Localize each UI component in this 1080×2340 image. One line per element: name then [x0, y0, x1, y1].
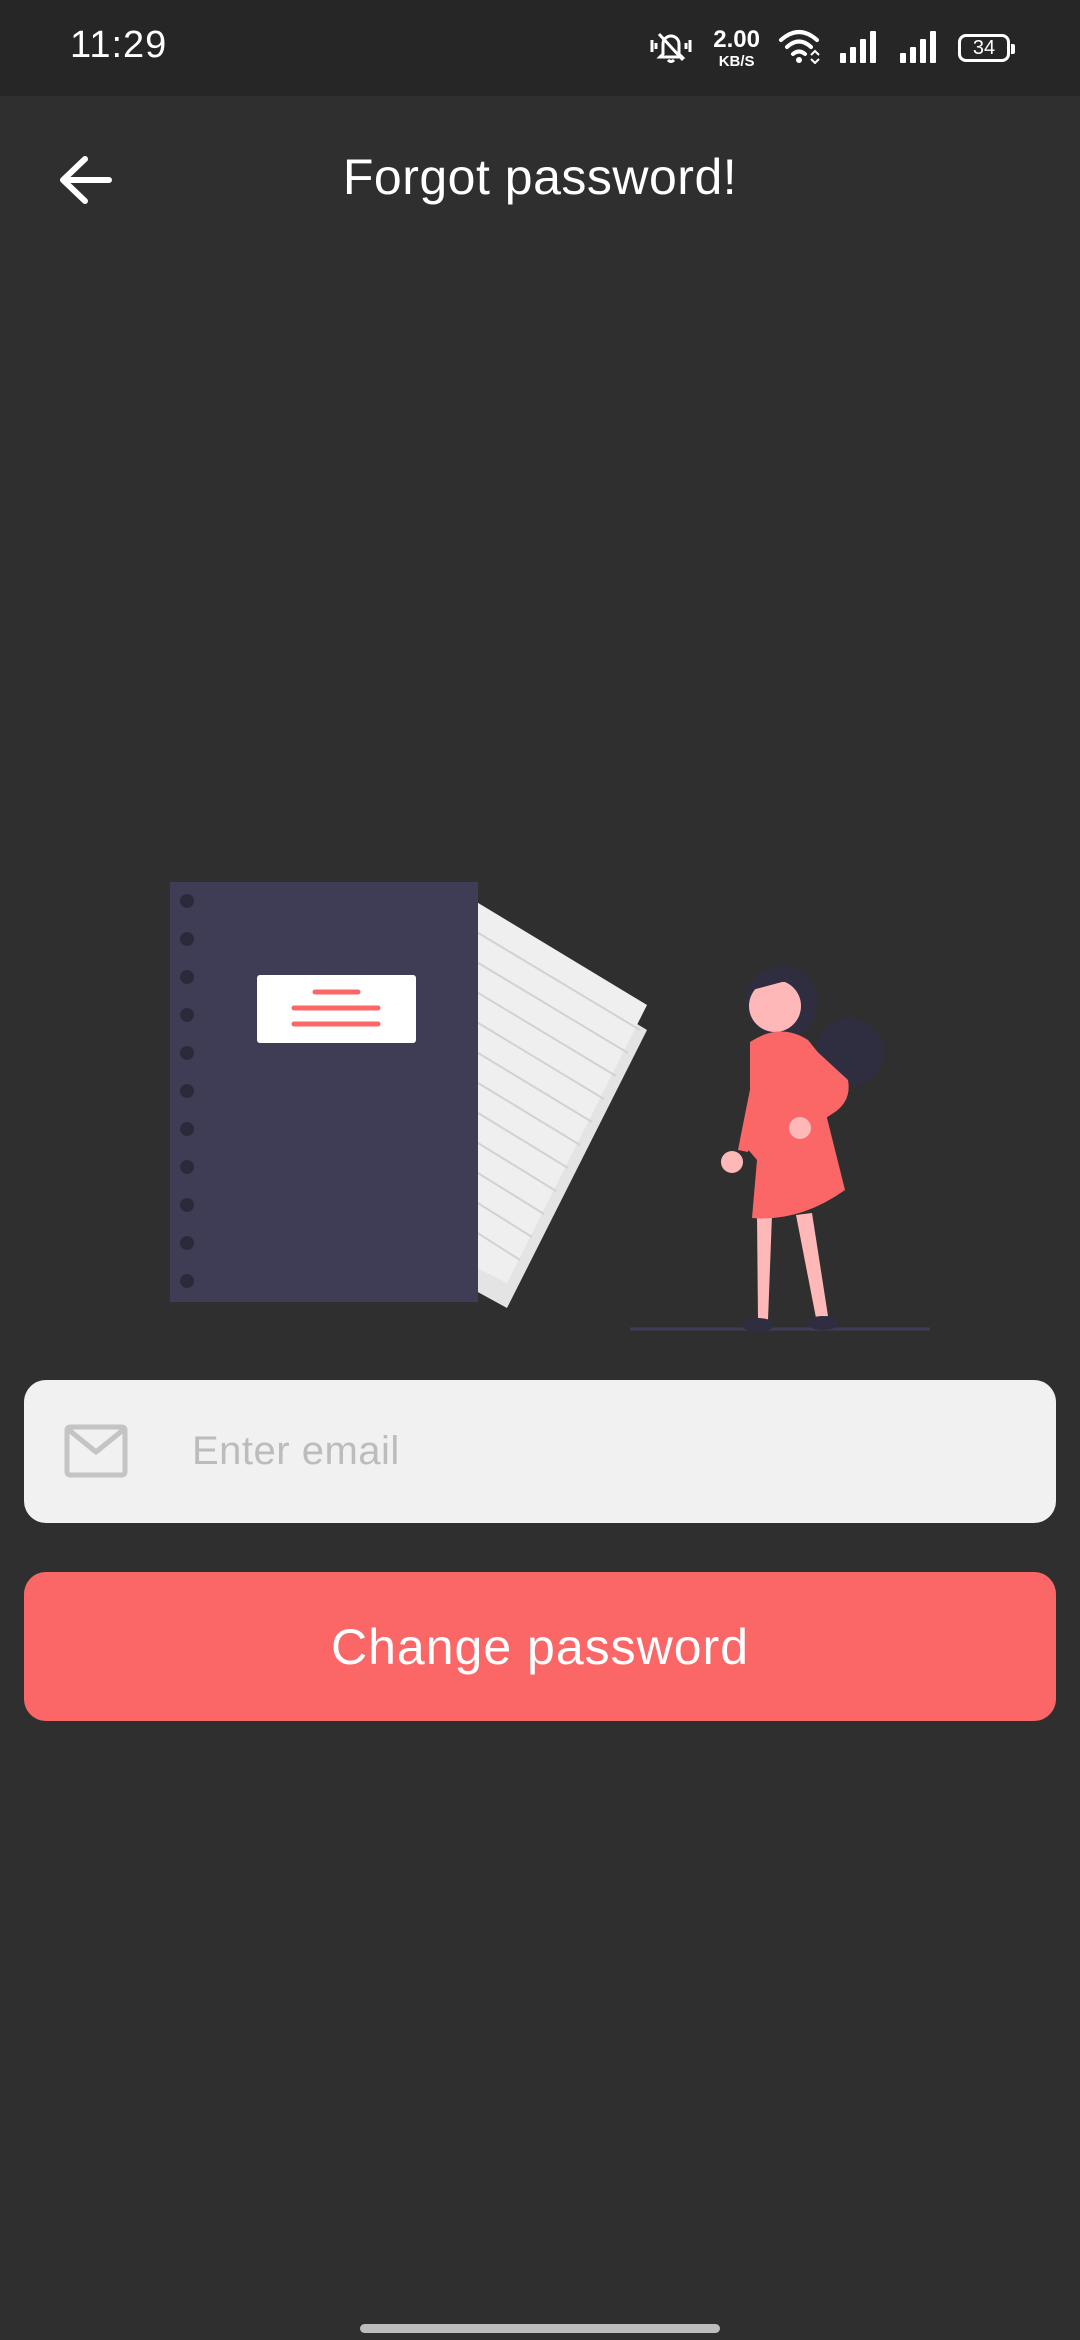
network-speed-unit: KB/S [718, 52, 755, 70]
wifi-icon [778, 28, 820, 69]
signal-icon [838, 29, 880, 68]
email-field[interactable] [24, 1380, 1056, 1523]
status-bar: 11:29 2.00 KB/S 34 [0, 0, 1080, 96]
battery-icon: 34 [958, 34, 1015, 62]
paper-sheets [464, 895, 647, 1308]
forgot-password-illustration [170, 882, 930, 1332]
change-password-button[interactable]: Change password [24, 1572, 1056, 1721]
network-speed: 2.00 KB/S [713, 25, 760, 70]
mail-icon [64, 1424, 128, 1478]
status-icons: 2.00 KB/S 34 [647, 22, 1015, 74]
vibrate-icon [647, 26, 695, 71]
forgot-password-screen: 11:29 2.00 KB/S 34 Forgot password! Ente… [0, 0, 1080, 2340]
status-time: 11:29 [70, 24, 168, 66]
network-speed-value: 2.00 [713, 25, 760, 53]
signal-icon [898, 29, 940, 68]
battery-level: 34 [972, 36, 996, 59]
gesture-navigation-bar[interactable] [360, 2324, 720, 2333]
woman-figure [721, 966, 884, 1332]
notebook [170, 882, 478, 1302]
email-input[interactable] [192, 1380, 1022, 1523]
page-title: Forgot password! [342, 149, 738, 205]
